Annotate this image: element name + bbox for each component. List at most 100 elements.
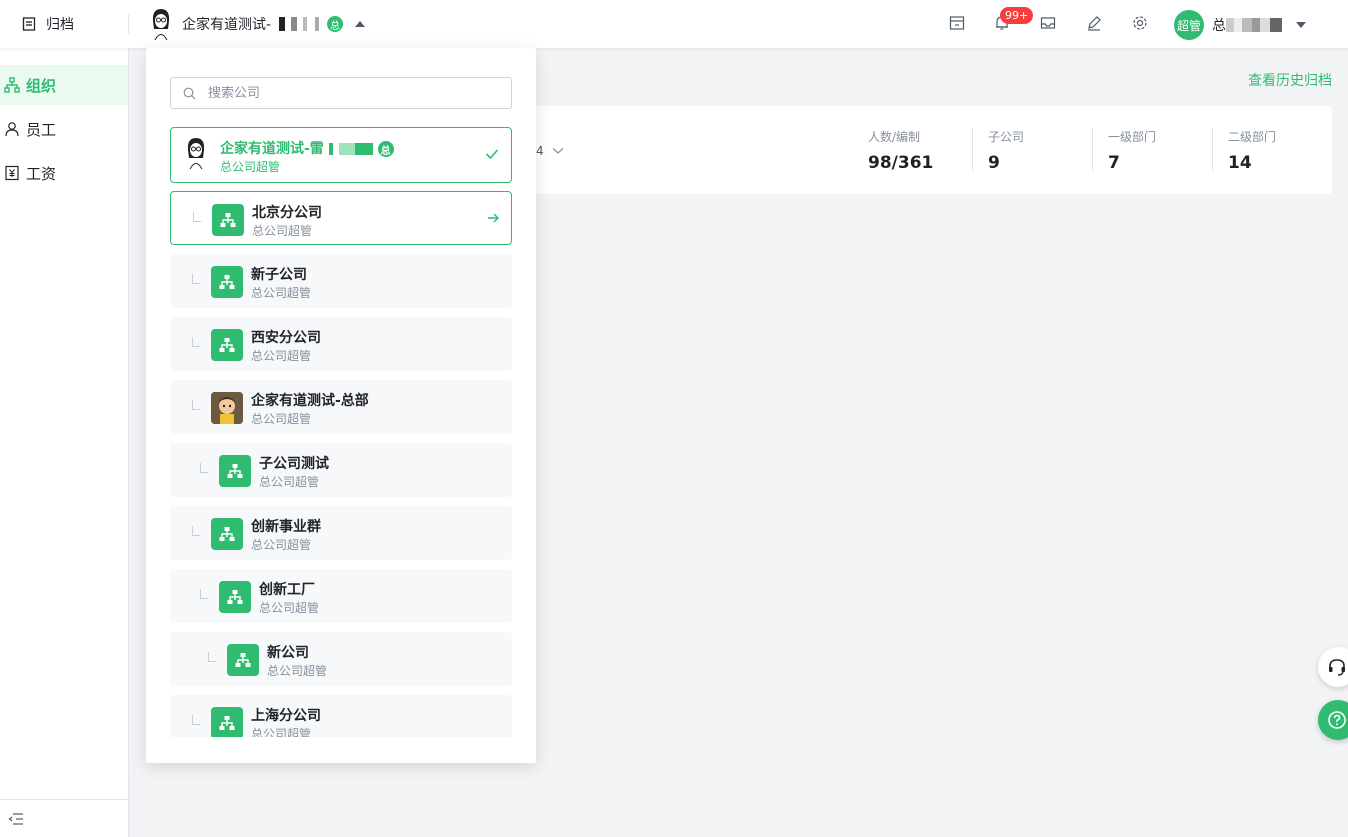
stat-headcount: 人数/编制 98/361: [868, 128, 933, 173]
salary-icon: [5, 165, 19, 181]
company-role: 总公司超管: [251, 412, 312, 426]
stat-value: 9: [988, 153, 1000, 173]
company-item[interactable]: 子公司测试 总公司超管: [170, 443, 512, 497]
tree-connector: [208, 652, 216, 662]
gear-icon[interactable]: [1131, 14, 1149, 32]
check-icon: [485, 149, 499, 160]
company-item[interactable]: 创新工厂 总公司超管: [170, 569, 512, 623]
company-role: 总公司超管: [251, 286, 312, 300]
company-name: 北京分公司: [252, 205, 322, 221]
collapse-menu-icon[interactable]: [8, 812, 24, 826]
org-icon: [211, 518, 243, 550]
company-search-input[interactable]: [208, 85, 498, 101]
hq-badge: 总: [327, 16, 344, 32]
divider: [128, 14, 129, 34]
stat-label: 二级部门: [1228, 130, 1277, 144]
notification-badge: 99+: [1000, 7, 1034, 24]
caret-up-icon: [355, 21, 366, 27]
company-role: 总公司超管: [259, 601, 320, 615]
divider: [1092, 128, 1093, 172]
stat-label: 子公司: [988, 130, 1025, 144]
archive-icon: [22, 17, 36, 31]
divider: [972, 128, 973, 172]
company-name: 企家有道测试-雷 总: [220, 138, 394, 158]
edit-icon[interactable]: [1085, 14, 1103, 32]
company-role: 总公司超管: [252, 224, 313, 238]
history-archive-link[interactable]: 查看历史归档: [1248, 70, 1332, 90]
company-item[interactable]: 新公司 总公司超管: [170, 632, 512, 686]
person-icon: [5, 122, 19, 137]
stat-subsidiaries: 子公司 9: [988, 128, 1024, 173]
company-name: 企家有道测试-总部: [251, 393, 369, 409]
company-list: 企家有道测试-雷 总 总公司超管 北京分公司 总公司超管 新子公司 总公司超管 …: [170, 127, 512, 737]
company-name: 子公司测试: [259, 456, 329, 472]
tree-connector: [200, 589, 208, 599]
org-icon: [219, 581, 251, 613]
company-logo: [211, 392, 243, 424]
avatar: 超管: [1174, 10, 1204, 40]
archive-title[interactable]: 归档: [22, 14, 74, 34]
company-role: 总公司超管: [267, 664, 328, 678]
search-box: [170, 77, 512, 109]
redacted-username: [1226, 18, 1282, 32]
company-avatar: [148, 7, 174, 41]
company-item[interactable]: 西安分公司 总公司超管: [170, 317, 512, 371]
company-item[interactable]: 创新事业群 总公司超管: [170, 506, 512, 560]
tree-connector: [192, 526, 200, 536]
org-icon: [219, 455, 251, 487]
search-icon: [183, 87, 196, 99]
help-button[interactable]: [1318, 700, 1348, 740]
company-name-text: 企家有道测试-雷: [220, 141, 324, 157]
sidebar: 组织 员工 工资: [0, 48, 129, 837]
caret-down-icon: [1296, 22, 1306, 28]
user-name: 总: [1212, 18, 1226, 34]
company-role: 总公司超管: [251, 538, 312, 552]
company-name: 创新工厂: [259, 582, 315, 598]
user-menu[interactable]: 超管 总: [1174, 10, 1306, 40]
org-icon: [4, 77, 20, 93]
arrow-right-icon: [488, 213, 499, 223]
company-item[interactable]: 北京分公司 总公司超管: [170, 191, 512, 245]
sidebar-footer: [0, 799, 128, 837]
sidebar-item-label: 工资: [26, 164, 57, 183]
divider: [1212, 128, 1213, 172]
tree-connector: [192, 400, 200, 410]
company-item[interactable]: 新子公司 总公司超管: [170, 254, 512, 308]
top-bar: 归档 企家有道测试- 总 99+ 超管 总: [0, 0, 1348, 48]
redacted-text: [279, 17, 320, 31]
company-switcher-dropdown: 企家有道测试-雷 总 总公司超管 北京分公司 总公司超管 新子公司 总公司超管 …: [146, 48, 536, 763]
company-item[interactable]: 企家有道测试-总部 总公司超管: [170, 380, 512, 434]
store-icon[interactable]: [948, 14, 966, 32]
company-item-current[interactable]: 企家有道测试-雷 总 总公司超管: [170, 127, 512, 183]
company-switcher[interactable]: 企家有道测试- 总: [148, 7, 366, 41]
stat-level2-depts: 二级部门 14: [1228, 128, 1276, 173]
sidebar-item-label: 组织: [26, 76, 57, 95]
tree-connector: [192, 337, 200, 347]
sidebar-item-salary[interactable]: 工资: [0, 153, 128, 193]
company-name: 创新事业群: [251, 519, 321, 535]
archive-label: 归档: [46, 17, 74, 33]
headset-icon: [1329, 659, 1345, 676]
company-name: 西安分公司: [251, 330, 321, 346]
inbox-icon[interactable]: [1039, 14, 1057, 32]
stat-level1-depts: 一级部门 7: [1108, 128, 1156, 173]
company-item[interactable]: 上海分公司 总公司超管: [170, 695, 512, 737]
company-role: 总公司超管: [220, 160, 281, 174]
company-role: 总公司超管: [251, 349, 312, 363]
org-icon: [227, 644, 259, 676]
stat-label: 人数/编制: [868, 130, 921, 144]
tree-connector: [192, 274, 200, 284]
stat-value: 14: [1228, 153, 1252, 173]
redacted-text: [328, 143, 373, 155]
archive-selector-value: 4: [536, 144, 544, 158]
org-icon: [212, 204, 244, 236]
company-avatar: [187, 138, 205, 170]
sidebar-item-org[interactable]: 组织: [0, 65, 128, 105]
org-icon: [211, 329, 243, 361]
tree-connector: [200, 463, 208, 473]
archive-selector[interactable]: 4: [536, 144, 564, 158]
customer-service-button[interactable]: [1318, 647, 1348, 687]
stat-label: 一级部门: [1108, 130, 1157, 144]
tree-connector: [192, 715, 200, 725]
sidebar-item-staff[interactable]: 员工: [0, 109, 128, 149]
